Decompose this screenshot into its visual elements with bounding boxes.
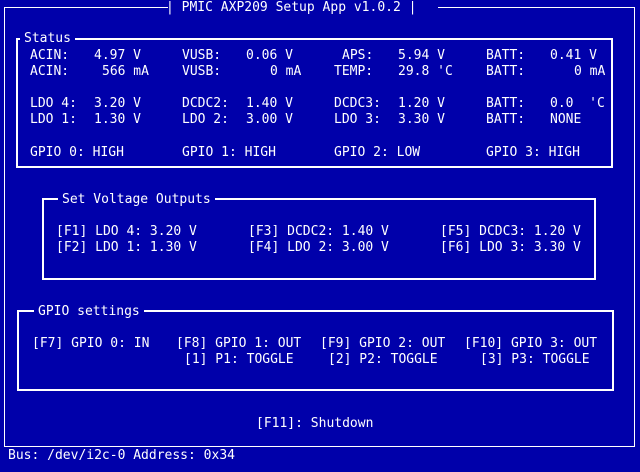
gpio3-state: GPIO 3: HIGH [486, 145, 580, 160]
window-border-right [634, 7, 635, 447]
shutdown-button[interactable]: [F11]: Shutdown [256, 416, 373, 432]
gpio2-state: GPIO 2: LOW [334, 145, 421, 160]
ldo3-value: 3.30 V [398, 112, 445, 127]
acin-current-value: 566 mA [102, 64, 149, 79]
p2-toggle-option[interactable]: [2] P2: TOGGLE [328, 352, 438, 368]
vusb-voltage-value: 0.06 V [246, 48, 293, 63]
acin-current-label: ACIN: [30, 64, 70, 79]
gpio3-mode-option[interactable]: [F10] GPIO 3: OUT [464, 336, 597, 352]
ldo2-label: LDO 2: [182, 112, 229, 127]
set-dcdc3-option[interactable]: [F5] DCDC3: 1.20 V [440, 224, 581, 240]
dcdc3-value: 1.20 V [398, 96, 445, 111]
p3-toggle-option[interactable]: [3] P3: TOGGLE [480, 352, 590, 368]
window-border-left [4, 7, 5, 447]
window-title: | PMIC AXP209 Setup App v1.0.2 | [166, 0, 417, 15]
batt-current-label: BATT: [486, 64, 526, 79]
batt-status-value: NONE [550, 112, 582, 127]
batt-voltage-label: BATT: [486, 48, 526, 63]
set-ldo3-option[interactable]: [F6] LDO 3: 3.30 V [440, 240, 581, 256]
ldo3-label: LDO 3: [334, 112, 381, 127]
set-ldo1-option[interactable]: [F2] LDO 1: 1.30 V [56, 240, 197, 256]
dcdc2-value: 1.40 V [246, 96, 293, 111]
set-ldo4-option[interactable]: [F1] LDO 4: 3.20 V [56, 224, 197, 240]
temp-label: TEMP: [334, 64, 374, 79]
batt-temp-label: BATT: [486, 96, 526, 111]
window-border-top-left [4, 7, 168, 8]
aps-voltage-value: 5.94 V [398, 48, 445, 63]
batt-current-value: 0 mA [574, 64, 606, 79]
acin-voltage-label: ACIN: [30, 48, 70, 63]
status-title: Status [20, 31, 75, 47]
vusb-voltage-label: VUSB: [182, 48, 222, 63]
batt-voltage-value: 0.41 V [550, 48, 597, 63]
gpio0-mode-option[interactable]: [F7] GPIO 0: IN [32, 336, 149, 352]
acin-voltage-value: 4.97 V [94, 48, 141, 63]
aps-voltage-label: APS: [342, 48, 374, 63]
temp-value: 29.8 'C [398, 64, 453, 79]
window-border-top-right [438, 7, 635, 8]
vusb-current-label: VUSB: [182, 64, 222, 79]
gpio1-state: GPIO 1: HIGH [182, 145, 276, 160]
batt-temp-value: 0.0 'C [550, 96, 605, 111]
ldo1-label: LDO 1: [30, 112, 77, 127]
dcdc3-label: DCDC3: [334, 96, 381, 111]
ldo4-value: 3.20 V [94, 96, 141, 111]
p1-toggle-option[interactable]: [1] P1: TOGGLE [184, 352, 294, 368]
set-ldo2-option[interactable]: [F4] LDO 2: 3.00 V [248, 240, 389, 256]
voltage-title: Set Voltage Outputs [58, 192, 215, 208]
ldo1-value: 1.30 V [94, 112, 141, 127]
bus-address-status: Bus: /dev/i2c-0 Address: 0x34 [8, 448, 235, 463]
dcdc2-label: DCDC2: [182, 96, 229, 111]
set-dcdc2-option[interactable]: [F3] DCDC2: 1.40 V [248, 224, 389, 240]
ldo2-value: 3.00 V [246, 112, 293, 127]
gpio2-mode-option[interactable]: [F9] GPIO 2: OUT [320, 336, 445, 352]
gpio1-mode-option[interactable]: [F8] GPIO 1: OUT [176, 336, 301, 352]
ldo4-label: LDO 4: [30, 96, 77, 111]
gpio-settings-title: GPIO settings [34, 304, 144, 320]
batt-status-label: BATT: [486, 112, 526, 127]
window-border-bottom [4, 446, 635, 447]
gpio0-state: GPIO 0: HIGH [30, 145, 124, 160]
vusb-current-value: 0 mA [270, 64, 302, 79]
